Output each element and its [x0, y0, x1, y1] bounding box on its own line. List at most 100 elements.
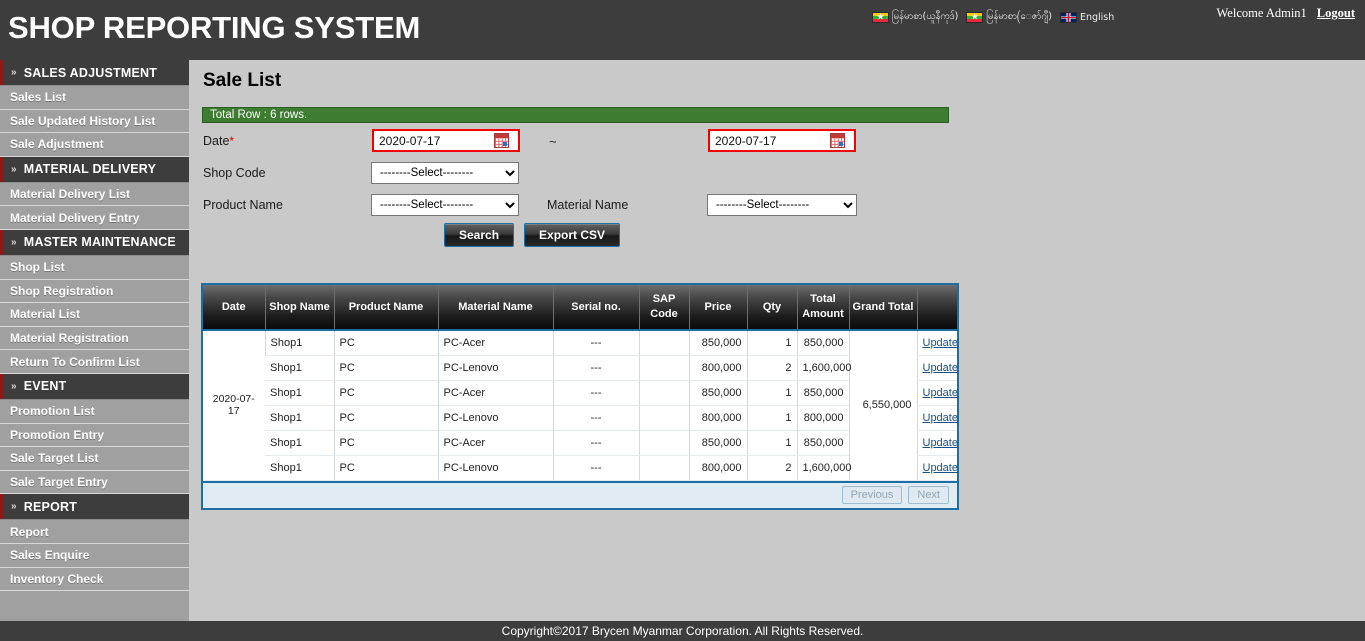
sidebar-item-label: Shop Registration: [10, 283, 114, 298]
logout-link[interactable]: Logout: [1317, 6, 1355, 21]
search-filter-form: Date* ~ Shop Code --------Select--------…: [189, 128, 1365, 223]
update-link[interactable]: Update: [923, 387, 958, 399]
calendar-icon[interactable]: [494, 133, 509, 148]
page-footer: Copyright©2017 Brycen Myanmar Corporatio…: [0, 621, 1365, 641]
sidebar-section-sales-adjustment[interactable]: » SALES ADJUSTMENT: [0, 60, 189, 86]
table-row: 2020-07-17 Shop1 PC PC-Acer --- 850,000 1 850,0…: [203, 330, 958, 481]
cell-serial-no: ---: [552, 455, 639, 481]
sidebar-item-sale-updated-history-list[interactable]: Sale Updated History List: [0, 109, 189, 134]
material-name-select[interactable]: --------Select--------: [707, 194, 857, 216]
table-row: Shop1 PC PC-Lenovo --- 800,000 1 800,000 Update: [203, 405, 958, 431]
cell-shop-name: Shop1: [265, 405, 334, 431]
column-header-serial-no: Serial no.: [552, 285, 639, 331]
cell-material-name: PC-Lenovo: [437, 355, 553, 381]
sidebar-item-inventory-check[interactable]: Inventory Check: [0, 567, 189, 592]
column-header-price: Price: [688, 285, 747, 331]
calendar-icon[interactable]: [830, 133, 845, 148]
sidebar-item-label: Promotion List: [10, 404, 95, 419]
cell-material-name: PC-Lenovo: [437, 455, 553, 481]
cell-qty: 2: [746, 455, 797, 481]
welcome-text: Welcome Admin1: [1216, 6, 1307, 20]
sidebar-section-master-maintenance[interactable]: » MASTER MAINTENANCE: [0, 229, 189, 256]
language-label-myanmar-zawgyi: မြန်မာစာ(ေဇာ်ဂျီ): [986, 11, 1052, 22]
app-header: SHOP REPORTING SYSTEM မြန်မာစာ(ယူနီကုဒ်)…: [0, 0, 1365, 60]
date-to-input[interactable]: [710, 131, 828, 150]
sidebar-item-label: Promotion Entry: [10, 427, 105, 442]
language-option-english[interactable]: English: [1059, 11, 1114, 23]
sale-list-table: Date Shop Name Product Name Material Nam…: [203, 285, 958, 481]
language-selector[interactable]: မြန်မာစာ(ယူနီကုဒ်) မြန်မာစာ(ေဇာ်ဂျီ) Eng…: [872, 10, 1114, 24]
update-link[interactable]: Update: [923, 362, 958, 374]
export-csv-button[interactable]: Export CSV: [524, 223, 621, 247]
sidebar-item-sales-list[interactable]: Sales List: [0, 86, 189, 110]
cell-sap-code: [638, 380, 689, 406]
cell-sap-code: [638, 405, 689, 431]
date-from-field[interactable]: [372, 129, 520, 152]
update-link[interactable]: Update: [923, 462, 958, 474]
sidebar-item-material-registration[interactable]: Material Registration: [0, 326, 189, 351]
cell-price: 850,000: [688, 430, 747, 456]
required-asterisk: *: [229, 134, 235, 148]
sidebar-item-material-list[interactable]: Material List: [0, 303, 189, 327]
sidebar-item-sales-enquire[interactable]: Sales Enquire: [0, 543, 189, 568]
language-option-myanmar-zawgyi[interactable]: မြန်မာစာ(ေဇာ်ဂျီ): [966, 10, 1052, 24]
cell-product-name: PC: [333, 430, 438, 456]
cell-sap-code: [638, 455, 689, 481]
search-button[interactable]: Search: [444, 223, 515, 247]
previous-page-button[interactable]: Previous: [841, 486, 903, 504]
cell-product-name: PC: [333, 355, 438, 381]
cell-price: 800,000: [688, 355, 747, 381]
sidebar-item-label: Sales List: [10, 90, 67, 105]
language-option-myanmar-unicode[interactable]: မြန်မာစာ(ယူနီကုဒ်): [872, 10, 958, 24]
column-header-product-name: Product Name: [333, 285, 438, 331]
update-link[interactable]: Update: [923, 337, 958, 349]
sidebar-nav: » SALES ADJUSTMENT Sales List Sale Updated …: [0, 60, 189, 621]
cell-qty: 2: [746, 355, 797, 381]
sidebar-item-label: Report: [10, 524, 49, 539]
product-name-select[interactable]: --------Select--------: [371, 194, 519, 216]
table-row: Shop1 PC PC-Lenovo --- 800,000 2 1,600,000 Upda…: [203, 355, 958, 381]
sidebar-item-promotion-list[interactable]: Promotion List: [0, 399, 189, 424]
shop-code-filter-row: Shop Code --------Select--------: [189, 159, 1365, 191]
next-page-button[interactable]: Next: [908, 486, 949, 504]
chevron-double-right-icon: »: [11, 501, 17, 513]
sidebar-section-label: EVENT: [23, 379, 67, 394]
sidebar-section-material-delivery[interactable]: » MATERIAL DELIVERY: [0, 156, 189, 183]
sidebar-item-promotion-entry[interactable]: Promotion Entry: [0, 423, 189, 448]
cell-sap-code: [638, 355, 689, 381]
sidebar-section-report[interactable]: » REPORT: [0, 494, 189, 521]
table-row: Shop1 PC PC-Lenovo --- 800,000 2 1,600,000 Upda…: [203, 455, 958, 481]
cell-shop-name: Shop1: [264, 330, 334, 356]
update-link[interactable]: Update: [923, 412, 958, 424]
table-row: Shop1 PC PC-Acer --- 850,000 1 850,000 Update: [203, 430, 958, 456]
date-to-field[interactable]: [708, 129, 856, 152]
sidebar-item-report[interactable]: Report: [0, 520, 189, 544]
shop-code-select[interactable]: --------Select--------: [371, 162, 519, 184]
sidebar-section-event[interactable]: » EVENT: [0, 373, 189, 400]
cell-serial-no: ---: [552, 330, 639, 356]
chevron-double-right-icon: »: [11, 380, 17, 392]
sidebar-item-label: Shop List: [10, 260, 65, 275]
cell-price: 850,000: [688, 330, 747, 356]
sidebar-section-label: MASTER MAINTENANCE: [23, 235, 176, 250]
product-material-filter-row: Product Name --------Select-------- Mate…: [189, 191, 1365, 223]
sidebar-item-material-delivery-list[interactable]: Material Delivery List: [0, 182, 189, 207]
cell-date: 2020-07-17: [203, 330, 265, 481]
sidebar-item-sale-adjustment[interactable]: Sale Adjustment: [0, 133, 189, 157]
sidebar-item-sale-target-list[interactable]: Sale Target List: [0, 447, 189, 471]
sidebar-item-material-delivery-entry[interactable]: Material Delivery Entry: [0, 206, 189, 230]
sidebar-item-shop-list[interactable]: Shop List: [0, 255, 189, 280]
sidebar-item-shop-registration[interactable]: Shop Registration: [0, 279, 189, 304]
cell-total-amount: 800,000: [796, 405, 849, 431]
sidebar-section-label: SALES ADJUSTMENT: [23, 65, 158, 80]
cell-serial-no: ---: [552, 430, 639, 456]
date-label: Date*: [203, 134, 235, 148]
date-from-input[interactable]: [374, 131, 492, 150]
table-header-row: Date Shop Name Product Name Material Nam…: [203, 285, 957, 331]
date-filter-row: Date* ~: [189, 128, 1365, 159]
sidebar-item-return-to-confirm-list[interactable]: Return To Confirm List: [0, 350, 189, 374]
update-link[interactable]: Update: [923, 437, 958, 449]
cell-product-name: PC: [333, 380, 438, 406]
sidebar-item-sale-target-entry[interactable]: Sale Target Entry: [0, 470, 189, 495]
sidebar-section-label: REPORT: [23, 499, 78, 514]
